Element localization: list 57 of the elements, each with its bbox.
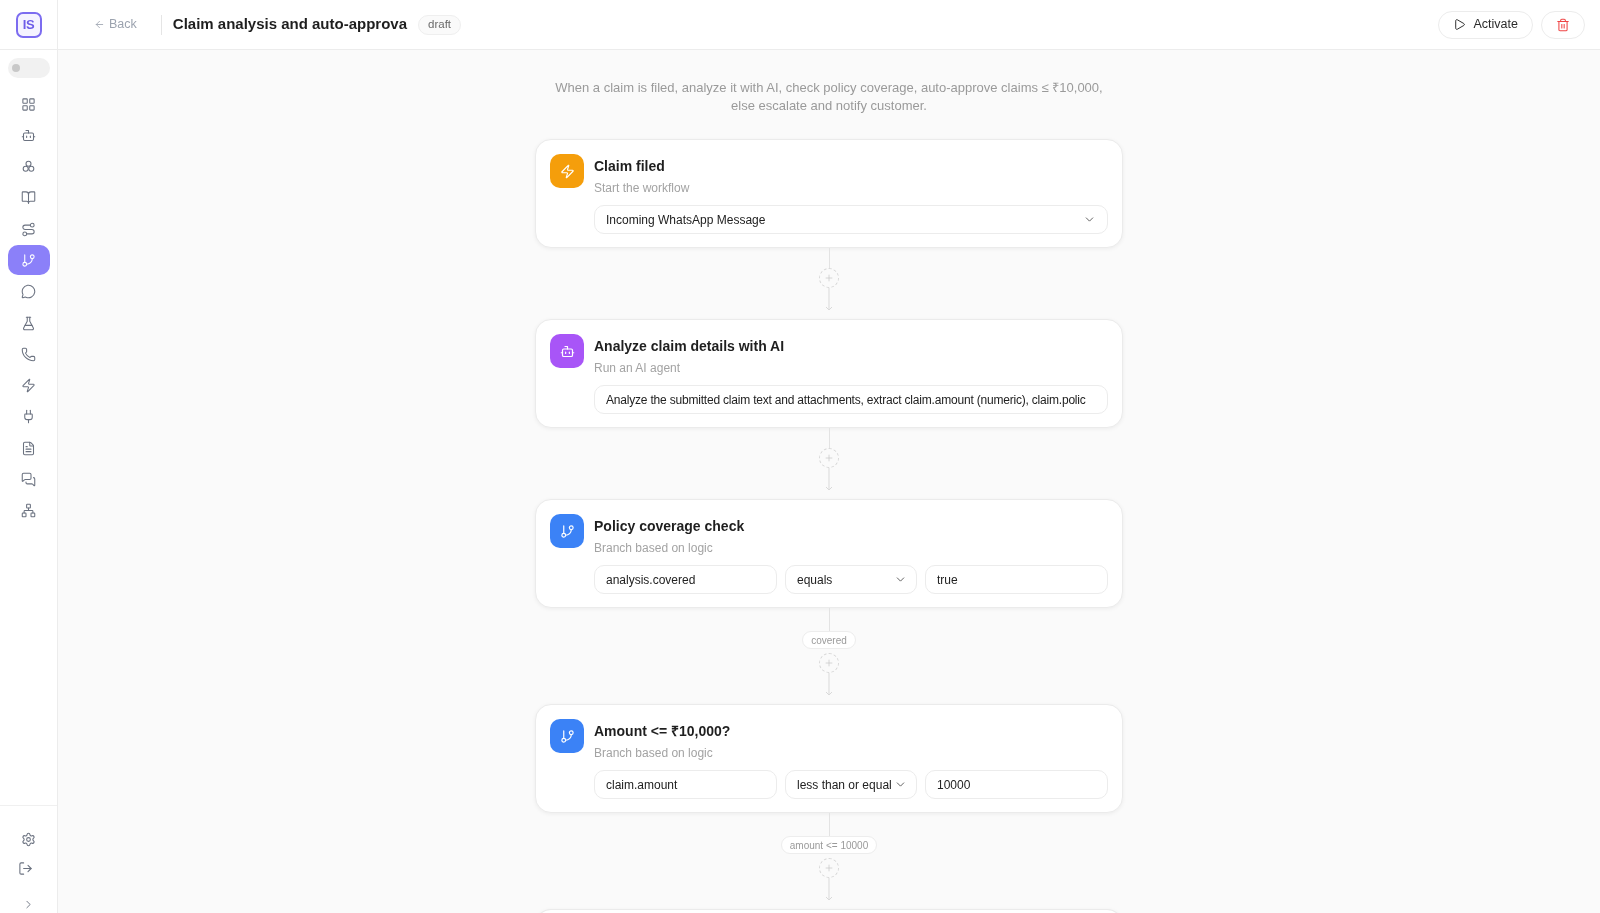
connector-arrow <box>825 673 833 696</box>
document-icon <box>21 440 36 456</box>
plus-icon <box>824 863 834 873</box>
input-field[interactable]: 10000 <box>925 770 1108 799</box>
app-logo: IS <box>15 11 42 38</box>
workflow-title: Claim analysis and auto-approva <box>172 14 408 35</box>
lightning-icon <box>550 154 584 188</box>
arrow-left-icon <box>94 19 105 30</box>
connector-arrow <box>825 288 833 311</box>
plus-icon <box>824 273 834 283</box>
input-field[interactable]: true <box>925 565 1108 594</box>
input-field[interactable]: claim.amount <box>594 770 777 799</box>
logout-icon <box>18 860 33 876</box>
operator-select[interactable]: equals <box>785 565 917 594</box>
nav-item[interactable] <box>7 245 50 276</box>
phone-icon <box>21 346 36 362</box>
connector-arrow <box>825 878 833 901</box>
bot-icon <box>21 127 36 143</box>
bot-icon <box>550 334 584 368</box>
step-subtitle: Branch based on logic <box>594 540 714 556</box>
plus-icon <box>824 658 834 668</box>
step-title: Claim filed <box>594 157 666 176</box>
step-title: Analyze claim details with AI <box>594 337 786 356</box>
network-icon <box>21 503 36 519</box>
plus-icon <box>824 453 834 463</box>
chat-bubble-icon <box>21 284 36 300</box>
delete-button[interactable] <box>1541 10 1585 39</box>
connector-arrow <box>825 468 833 491</box>
circles-icon <box>21 159 36 175</box>
play-icon <box>1452 18 1466 31</box>
branch-label: amount <= 10000 <box>780 836 878 854</box>
step-subtitle: Branch based on logic <box>594 745 714 761</box>
activate-button[interactable]: Activate <box>1437 10 1533 39</box>
branch-label: covered <box>802 631 856 649</box>
lightning-icon <box>21 378 36 394</box>
branch-icon <box>21 253 36 268</box>
step-title: Policy coverage check <box>594 517 746 536</box>
book-icon <box>21 190 36 206</box>
settings-icon <box>21 831 36 847</box>
branch-icon <box>550 514 584 548</box>
toggle-switch[interactable] <box>7 58 50 78</box>
trigger-select[interactable]: Incoming WhatsApp Message <box>594 205 1108 234</box>
step-title: Amount <= ₹10,000? <box>594 722 732 741</box>
grid-icon <box>21 96 36 112</box>
chat-bubbles-icon <box>21 472 36 488</box>
route-icon <box>21 221 36 237</box>
input-field[interactable]: analysis.covered <box>594 565 777 594</box>
step-subtitle: Start the workflow <box>594 180 691 196</box>
status-tag: draft <box>418 14 462 35</box>
plug-icon <box>21 409 36 425</box>
prompt-field[interactable]: Analyze the submitted claim text and attachments, extract claim.amount (numeric), claim.polic <box>594 385 1108 414</box>
workflow-description: When a claim is filed, analyze it with AI, check policy coverage, auto-approve claims ≤ ₹10,000, else escalate and notify customer. <box>554 79 1104 115</box>
branch-icon <box>550 719 584 753</box>
trash-icon <box>1556 17 1570 32</box>
flask-icon <box>21 315 36 331</box>
step-subtitle: Run an AI agent <box>594 360 682 376</box>
operator-select[interactable]: less than or equal <box>785 770 917 799</box>
